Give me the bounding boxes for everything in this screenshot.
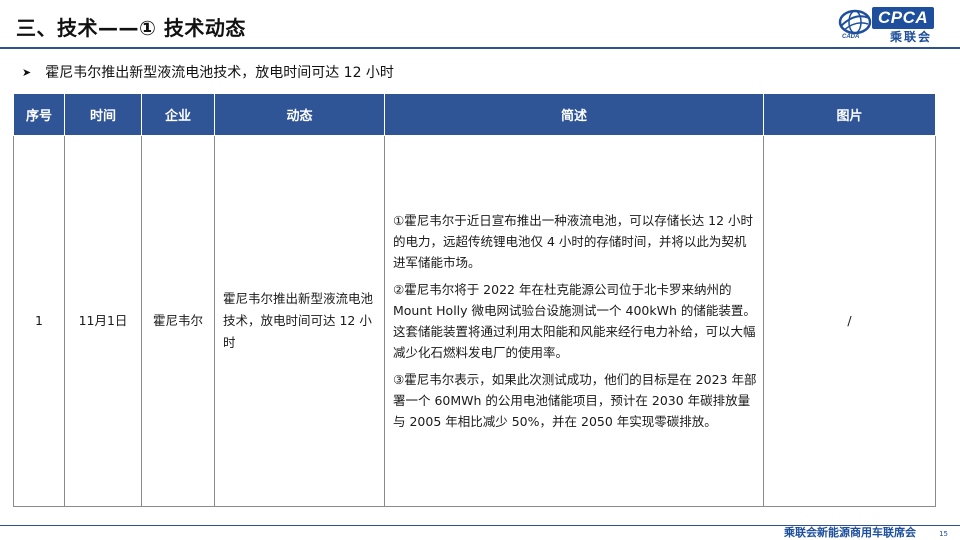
page-number: 15 (939, 530, 948, 538)
logo-mini-text: CADA (842, 34, 860, 40)
summary-paragraph-3: ③霍尼韦尔表示，如果此次测试成功，他们的目标是在 2023 年部署一个 60MW… (393, 372, 757, 429)
cell-dynamic: 霍尼韦尔推出新型液流电池技术，放电时间可达 12 小时 (214, 135, 385, 507)
header-image: 图片 (763, 93, 936, 136)
header-company: 企业 (141, 93, 215, 136)
cell-image: / (763, 135, 936, 507)
cell-company: 霍尼韦尔 (141, 135, 215, 507)
header-summary: 简述 (384, 93, 764, 136)
bullet-text: 霍尼韦尔推出新型液流电池技术，放电时间可达 12 小时 (45, 65, 394, 81)
bullet-heading: ➤ 霍尼韦尔推出新型液流电池技术，放电时间可达 12 小时 (22, 62, 394, 82)
header-index: 序号 (13, 93, 65, 136)
logo-cn: 乘联会 (890, 30, 933, 44)
cell-index: 1 (13, 135, 65, 507)
table-header-row: 序号 时间 企业 动态 简述 图片 (13, 93, 936, 136)
header-date: 时间 (64, 93, 142, 136)
cell-date: 11月1日 (64, 135, 142, 507)
title-divider (0, 47, 960, 49)
footer-org: 乘联会新能源商用车联席会 (784, 526, 916, 539)
summary-paragraph-1: ①霍尼韦尔于近日宣布推出一种液流电池，可以存储长达 12 小时的电力，远超传统锂… (393, 213, 754, 270)
page-title: 三、技术——① 技术动态 (16, 16, 246, 40)
logo-brand: CPCA (872, 7, 935, 29)
summary-paragraph-2: ②霍尼韦尔将于 2022 年在杜克能源公司位于北卡罗来纳州的 Mount Hol… (393, 282, 756, 360)
cell-summary: ①霍尼韦尔于近日宣布推出一种液流电池，可以存储长达 12 小时的电力，远超传统锂… (384, 135, 764, 507)
news-table: 序号 时间 企业 动态 简述 图片 1 11月1日 霍尼韦尔 霍尼韦尔推出新型液… (13, 93, 936, 507)
cpca-logo: CADA CPCA 乘联会 (838, 6, 948, 44)
header-dynamic: 动态 (214, 93, 385, 136)
table-row: 1 11月1日 霍尼韦尔 霍尼韦尔推出新型液流电池技术，放电时间可达 12 小时… (13, 135, 936, 507)
globe-logo-icon (838, 9, 872, 35)
arrow-bullet-icon: ➤ (22, 65, 32, 79)
